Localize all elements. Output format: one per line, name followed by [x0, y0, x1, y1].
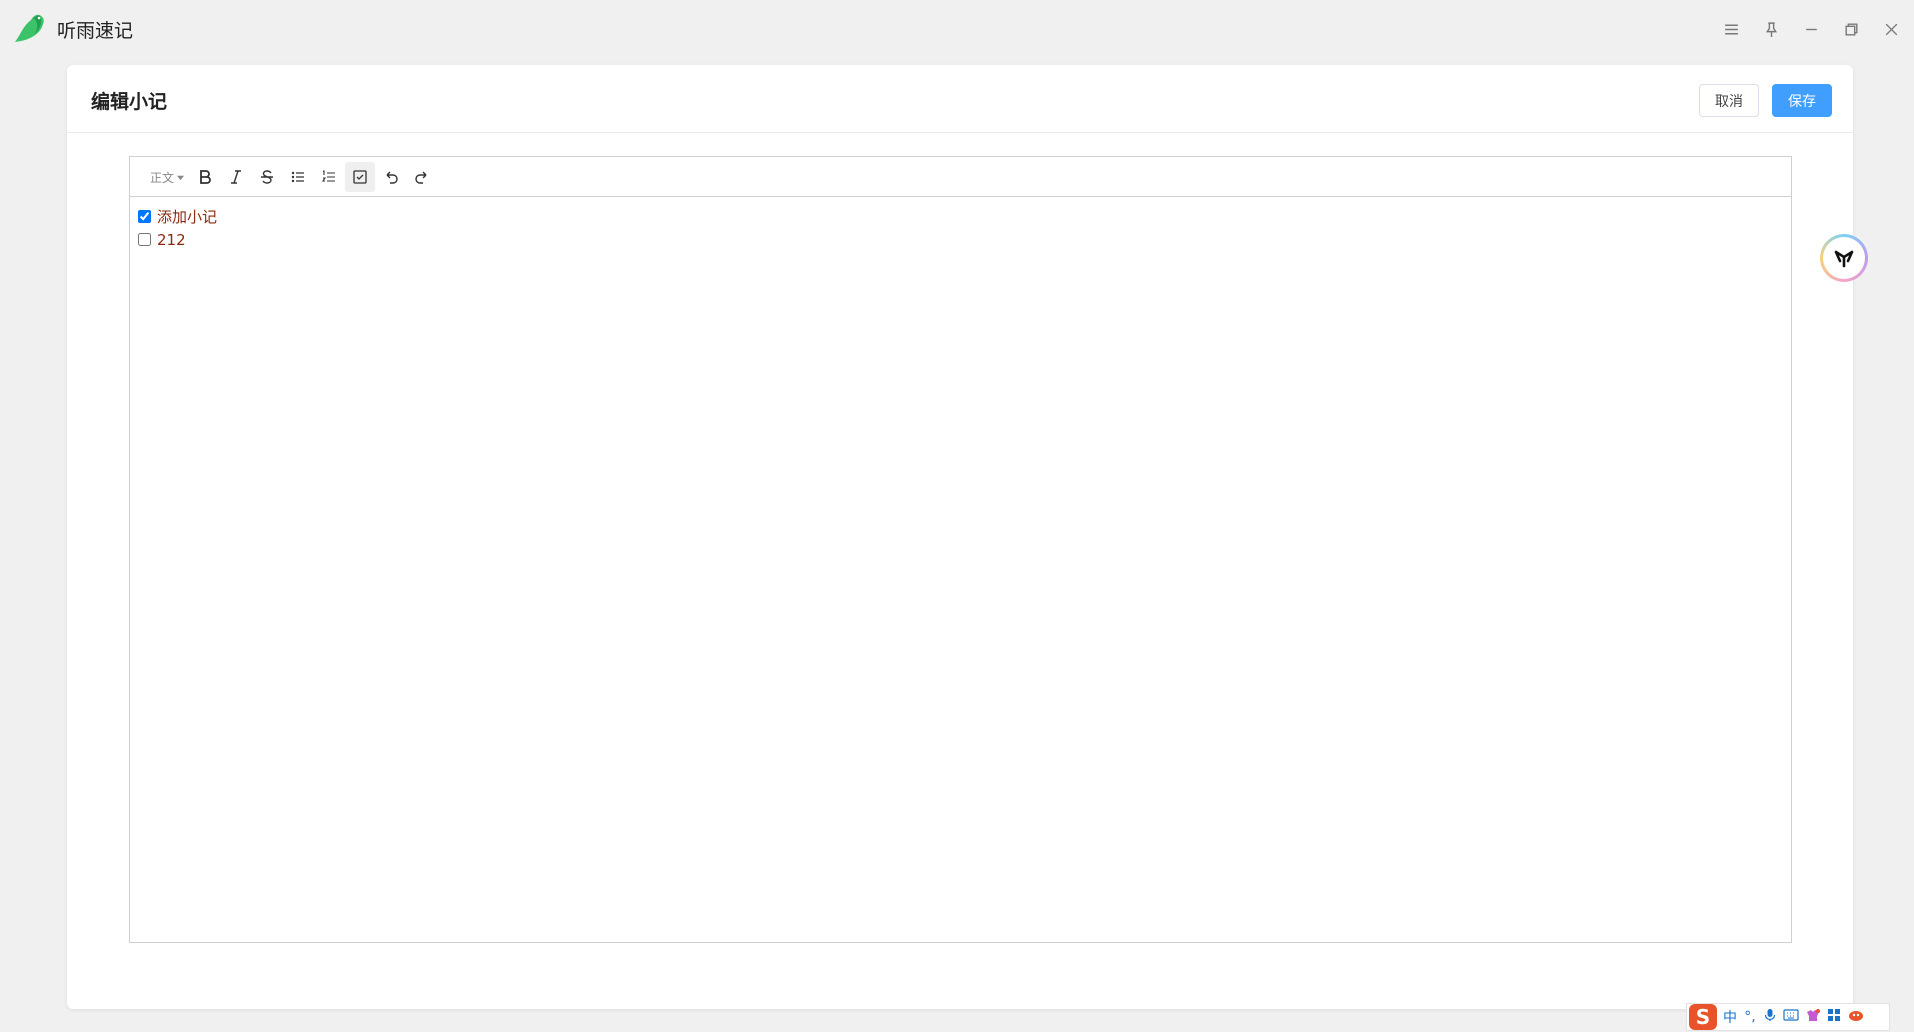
ime-punctuation-toggle[interactable]: °, [1743, 1009, 1757, 1025]
skin-icon[interactable] [1805, 1008, 1821, 1026]
todo-text[interactable]: 添加小记 [157, 206, 217, 227]
card-header: 编辑小记 取消 保存 [67, 65, 1853, 133]
ime-toolbar: S 中 °, [1686, 1003, 1890, 1031]
pin-icon[interactable] [1759, 17, 1783, 41]
page-title: 编辑小记 [91, 91, 168, 113]
todo-item: 添加小记 [138, 205, 217, 228]
strikethrough-icon [261, 170, 273, 184]
redo-button[interactable] [407, 162, 437, 192]
ime-mode-toggle[interactable]: 中 [1723, 1007, 1737, 1027]
close-icon[interactable] [1879, 17, 1903, 41]
bold-button[interactable] [190, 162, 220, 192]
restore-icon[interactable] [1839, 17, 1863, 41]
italic-icon [231, 170, 241, 184]
ordered-list-button[interactable] [314, 162, 344, 192]
heading-select[interactable]: 正文 [150, 169, 185, 186]
keyboard-icon[interactable] [1783, 1009, 1799, 1025]
undo-button[interactable] [376, 162, 406, 192]
edit-note-card: 编辑小记 取消 保存 正文 添加小记 212 [67, 65, 1853, 1009]
undo-icon [386, 171, 398, 184]
strikethrough-button[interactable] [252, 162, 282, 192]
floating-assistant-button[interactable] [1820, 234, 1868, 282]
todo-item: 212 [138, 228, 217, 251]
sogou-logo-icon[interactable]: S [1689, 1004, 1717, 1030]
redo-icon [415, 171, 427, 184]
todo-checkbox[interactable] [138, 210, 151, 223]
cancel-button[interactable]: 取消 [1699, 84, 1759, 117]
bullet-list-button[interactable] [283, 162, 313, 192]
todo-checkbox[interactable] [138, 233, 151, 246]
mascot-icon[interactable] [1847, 1008, 1865, 1026]
bullet-list-icon [291, 171, 304, 183]
rich-text-editor: 正文 添加小记 212 [129, 156, 1792, 943]
task-list-button[interactable] [345, 162, 375, 192]
title-bar: 听雨速记 [0, 0, 1914, 58]
ordered-list-icon [321, 170, 335, 182]
toolbox-icon[interactable] [1827, 1008, 1841, 1026]
minimize-icon[interactable] [1799, 17, 1823, 41]
bird-logo-icon [13, 12, 47, 44]
microphone-icon[interactable] [1763, 1008, 1777, 1026]
bold-icon [200, 170, 211, 184]
app-title: 听雨速记 [57, 20, 134, 42]
assistant-icon [1823, 237, 1865, 279]
caret-down-icon [177, 175, 185, 181]
save-button[interactable]: 保存 [1772, 84, 1832, 117]
todo-text[interactable]: 212 [157, 231, 186, 249]
editor-toolbar: 正文 [130, 157, 1791, 197]
menu-icon[interactable] [1719, 17, 1743, 41]
heading-select-label: 正文 [150, 171, 175, 185]
editor-content[interactable]: 添加小记 212 [138, 205, 217, 251]
checkbox-icon [353, 170, 367, 184]
italic-button[interactable] [221, 162, 251, 192]
